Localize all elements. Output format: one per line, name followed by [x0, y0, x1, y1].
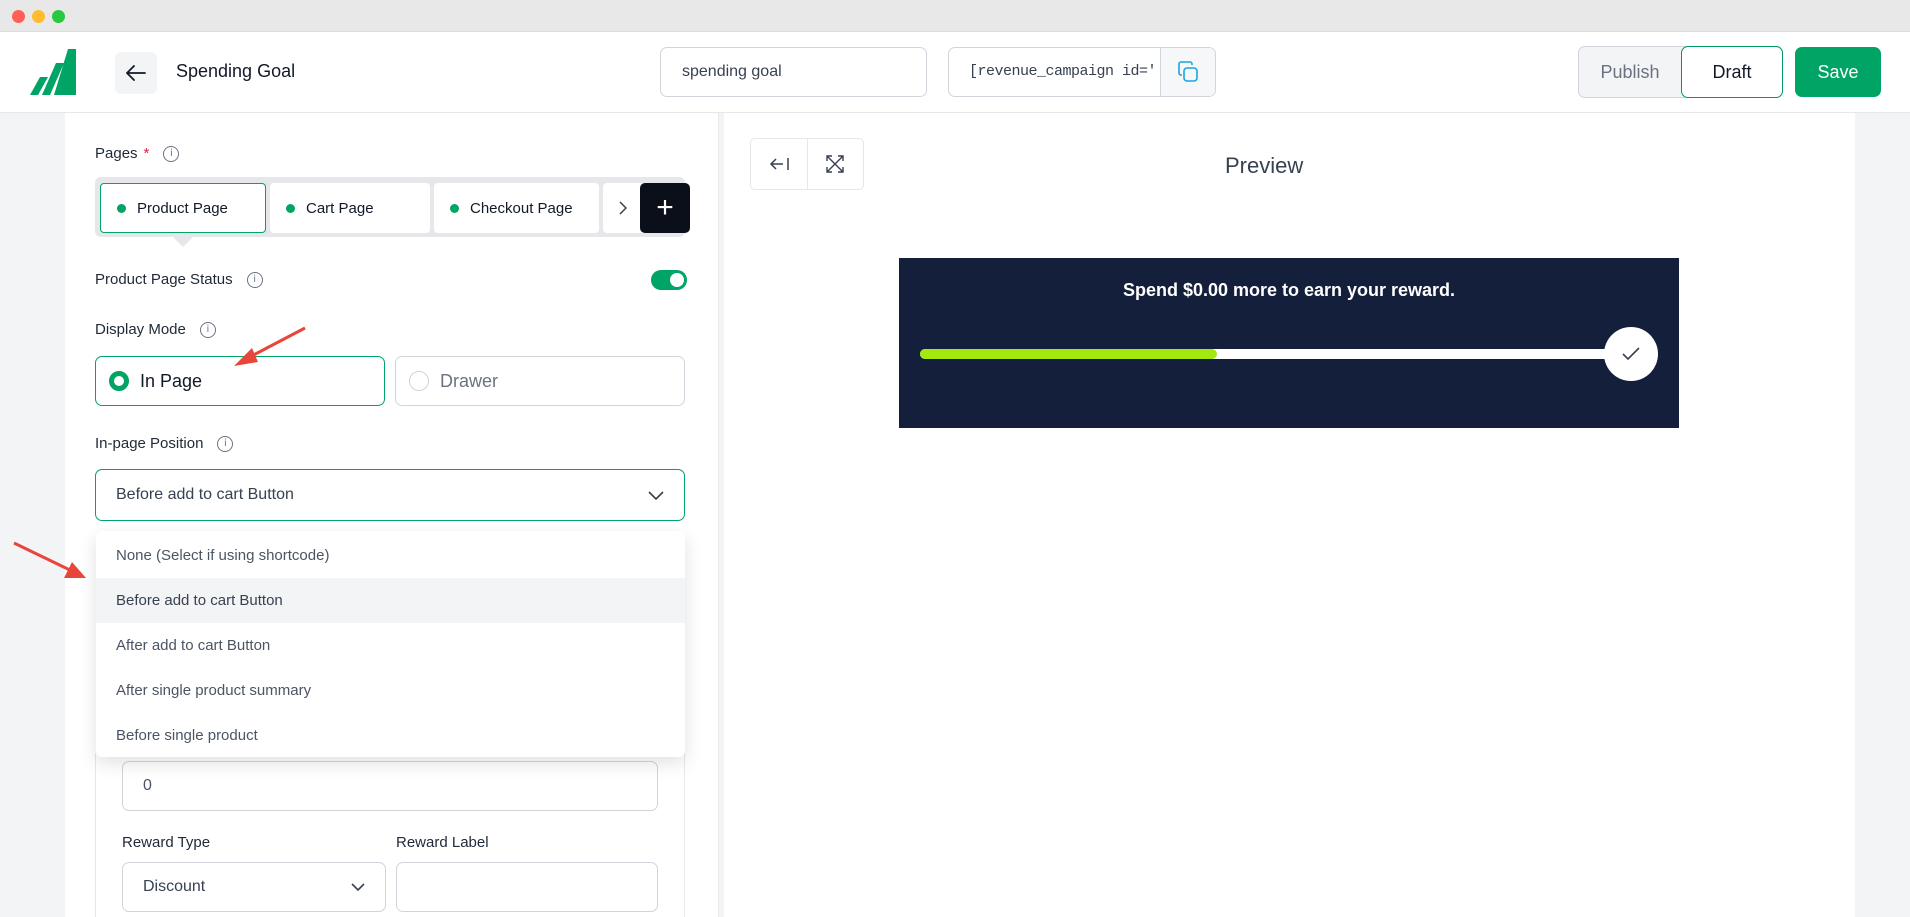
radio-selected[interactable] — [109, 371, 129, 391]
dropdown-option[interactable]: None (Select if using shortcode) — [96, 533, 685, 578]
position-select[interactable]: Before add to cart Button — [95, 469, 685, 521]
check-icon — [1622, 347, 1640, 361]
collapse-left-icon — [769, 158, 789, 170]
display-mode-label: Display Mode i — [95, 321, 216, 338]
fullscreen-button[interactable] — [808, 139, 864, 189]
tab-checkout-page[interactable]: Checkout Page — [434, 183, 599, 233]
close-window-button[interactable] — [12, 10, 25, 23]
pages-label: Pages * i — [95, 145, 180, 162]
reward-label-input[interactable] — [396, 862, 658, 912]
radio-unselected[interactable] — [409, 371, 429, 391]
settings-panel: Pages * i Product Page Cart Page Checkout … — [65, 113, 719, 917]
chevron-down-icon — [351, 883, 365, 891]
required-mark: * — [143, 145, 150, 162]
progress-track — [920, 349, 1610, 359]
save-button[interactable]: Save — [1795, 47, 1881, 97]
maximize-window-button[interactable] — [52, 10, 65, 23]
preview-panel: Preview Spend $0.00 more to earn your re… — [724, 113, 1855, 917]
dropdown-option[interactable]: After single product summary — [96, 668, 685, 713]
app-logo — [30, 49, 76, 95]
goal-message: Spend $0.00 more to earn your reward. — [1122, 280, 1456, 300]
tabs-scroll-right-button[interactable] — [613, 183, 633, 233]
info-icon[interactable]: i — [199, 321, 216, 338]
page-status-toggle[interactable] — [651, 270, 687, 290]
top-header: Spending Goal [revenue_campaign id=' Pub… — [0, 32, 1910, 113]
display-mode-drawer[interactable]: Drawer — [395, 356, 685, 406]
status-toggle: Publish Draft — [1578, 46, 1783, 98]
dropdown-option[interactable]: Before add to cart Button — [96, 578, 685, 623]
active-tab-indicator — [173, 237, 193, 247]
publish-button[interactable]: Publish — [1579, 47, 1681, 97]
dropdown-option[interactable]: Before single product — [96, 713, 685, 758]
shortcode-field[interactable]: [revenue_campaign id=' — [948, 47, 1216, 97]
preview-title: Preview — [1225, 153, 1304, 178]
position-label: In-page Position i — [95, 435, 234, 452]
minimize-window-button[interactable] — [32, 10, 45, 23]
position-dropdown-menu: None (Select if using shortcode) Before … — [96, 531, 685, 757]
back-arrow-icon — [126, 65, 146, 81]
spending-goal-banner: Spend $0.00 more to earn your reward. — [899, 258, 1679, 428]
reward-label-label: Reward Label — [396, 834, 489, 851]
copy-shortcode-button[interactable] — [1160, 48, 1215, 96]
draft-button[interactable]: Draft — [1681, 46, 1783, 98]
info-icon[interactable]: i — [217, 435, 234, 452]
shortcode-text[interactable]: [revenue_campaign id=' — [949, 48, 1160, 96]
window-titlebar — [0, 0, 1910, 32]
copy-icon — [1178, 61, 1198, 82]
reward-type-label: Reward Type — [122, 834, 211, 851]
add-page-button[interactable]: + — [640, 183, 690, 233]
dropdown-option[interactable]: After add to cart Button — [96, 623, 685, 668]
tab-cart-page[interactable]: Cart Page — [270, 183, 430, 233]
campaign-name-input[interactable] — [660, 47, 927, 97]
expand-icon — [826, 155, 844, 173]
page-title: Spending Goal — [176, 61, 296, 81]
collapse-panel-button[interactable] — [751, 139, 808, 189]
info-icon[interactable]: i — [163, 145, 180, 162]
status-dot — [286, 203, 295, 213]
info-icon[interactable]: i — [246, 271, 263, 288]
plus-icon: + — [656, 191, 674, 224]
goal-checkpoint — [1604, 327, 1658, 381]
chevron-right-icon — [619, 201, 627, 215]
status-dot — [450, 203, 459, 213]
reward-type-select[interactable]: Discount — [122, 862, 386, 912]
status-dot — [117, 203, 126, 213]
pages-tab-bar: Product Page Cart Page Checkout Page — [95, 177, 685, 237]
chevron-down-icon — [648, 490, 664, 500]
display-mode-in-page[interactable]: In Page — [95, 356, 385, 406]
back-button[interactable] — [115, 52, 157, 94]
page-status-label: Product Page Status i — [95, 271, 263, 288]
preview-toolbar — [750, 138, 864, 190]
goal-amount-input[interactable] — [122, 761, 658, 811]
progress-fill — [920, 349, 1217, 359]
tab-product-page[interactable]: Product Page — [100, 183, 266, 233]
